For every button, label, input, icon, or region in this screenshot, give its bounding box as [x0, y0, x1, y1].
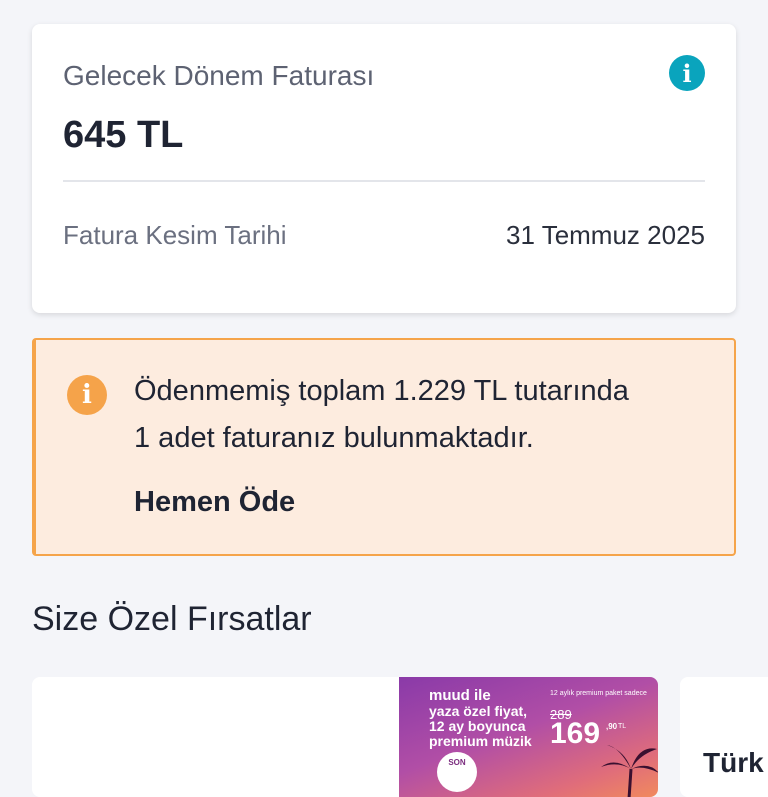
banner-line-1: yaza özel fiyat,	[429, 703, 528, 719]
offer-2-title: Türk	[703, 747, 764, 778]
pay-now-link[interactable]: Hemen Öde	[134, 486, 295, 519]
offers-section-title: Size Özel Fırsatlar	[32, 600, 312, 638]
bill-cut-date-label: Fatura Kesim Tarihi	[63, 220, 287, 250]
offer-card-2[interactable]: Türk	[680, 677, 768, 797]
bill-amount: 645 TL	[63, 114, 184, 156]
banner-brand: muud ile	[429, 687, 491, 704]
offer-card[interactable]: muud ile yaza özel fiyat, 12 ay boyunca …	[32, 677, 658, 797]
warning-line-1: Ödenmemiş toplam 1.229 TL tutarında	[134, 375, 629, 407]
info-icon[interactable]: i	[669, 55, 705, 91]
warning-line-2: 1 adet faturanız bulunmaktadır.	[134, 422, 534, 454]
divider	[63, 180, 705, 182]
banner-badge: SON	[437, 752, 477, 792]
bill-cut-date-value: 31 Temmuz 2025	[506, 220, 705, 250]
banner-price: 169	[550, 717, 601, 750]
banner-price-cents: ,90	[606, 722, 618, 731]
banner-currency: TL	[618, 723, 627, 730]
palm-tree-icon	[601, 745, 658, 797]
unpaid-warning-card: i Ödenmemiş toplam 1.229 TL tutarında 1 …	[32, 338, 736, 556]
warning-icon: i	[67, 375, 107, 415]
banner-top-note: 12 aylık premium paket sadece	[550, 690, 647, 697]
warning-message: Ödenmemiş toplam 1.229 TL tutarında 1 ad…	[134, 368, 714, 462]
banner-line-3: premium müzik	[429, 733, 532, 749]
next-bill-card: Gelecek Dönem Faturası i 645 TL Fatura K…	[32, 24, 736, 313]
banner-line-2: 12 ay boyunca	[429, 718, 526, 734]
muud-offer-banner[interactable]: muud ile yaza özel fiyat, 12 ay boyunca …	[399, 677, 658, 797]
bill-title: Gelecek Dönem Faturası	[63, 60, 375, 91]
